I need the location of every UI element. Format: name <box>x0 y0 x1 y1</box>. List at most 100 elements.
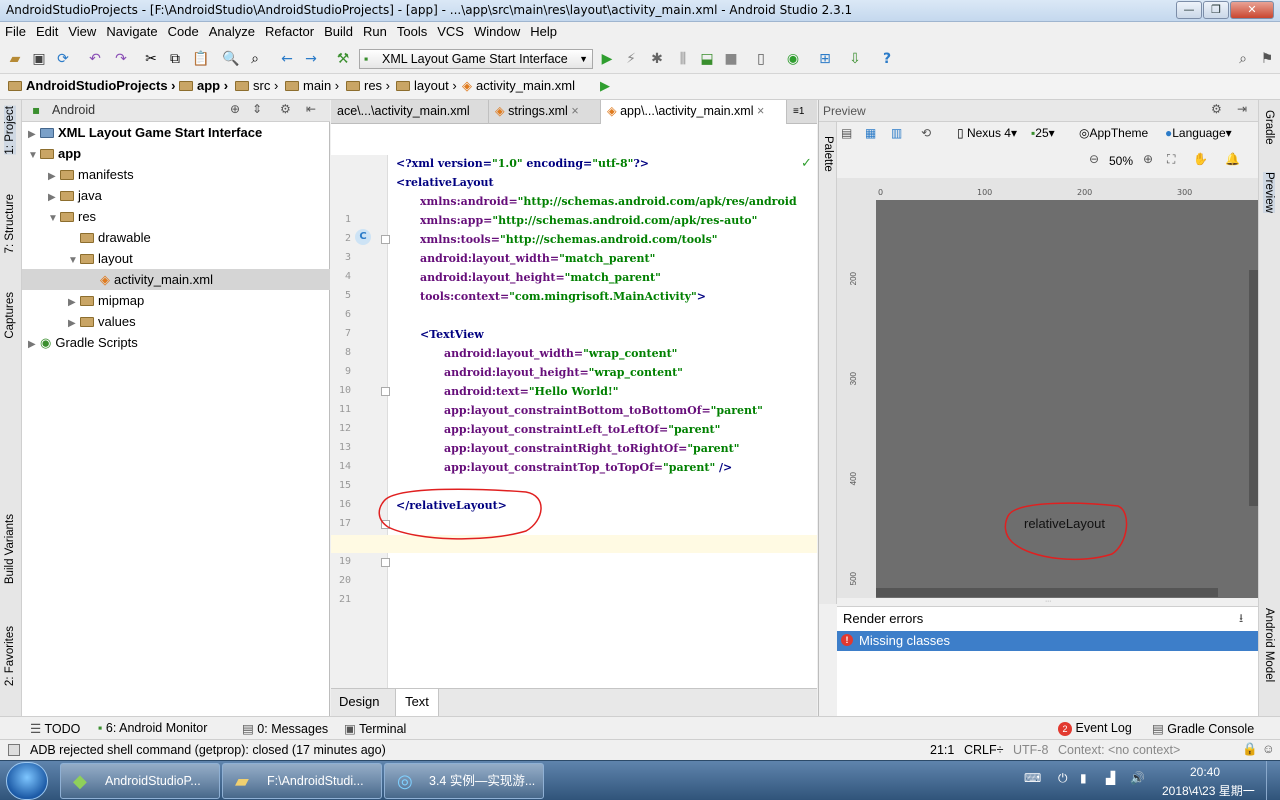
maximize-button[interactable]: ❐ <box>1203 1 1229 19</box>
tool-gradle-console[interactable]: ▤ Gradle Console <box>1152 721 1254 736</box>
code-line[interactable]: xmlns:android="http://schemas.android.co… <box>420 195 797 214</box>
tree-item[interactable]: ▶ values <box>22 311 330 332</box>
zoom-in-icon[interactable]: ⊕ <box>1143 152 1153 166</box>
tree-arrow-icon[interactable]: ▶ <box>48 166 60 187</box>
redo-icon[interactable]: ↷ <box>112 50 130 68</box>
sdk-manager-icon[interactable]: ⇩ <box>846 50 864 68</box>
menu-item[interactable]: Run <box>358 22 392 39</box>
debug-icon[interactable]: ✱ <box>648 50 666 68</box>
tree-arrow-icon[interactable]: ▼ <box>68 250 80 271</box>
forward-icon[interactable]: → <box>302 50 320 68</box>
code-line[interactable]: app:layout_constraintBottom_toBottomOf="… <box>444 404 763 423</box>
menu-item[interactable]: Navigate <box>101 22 162 39</box>
layout-icon[interactable]: ▤ <box>841 126 852 140</box>
undo-icon[interactable]: ↶ <box>86 50 104 68</box>
attach-debugger-icon[interactable]: ⬓ <box>698 50 716 68</box>
volume-icon[interactable]: 🔊 <box>1130 771 1145 785</box>
code-line[interactable]: android:layout_width="wrap_content" <box>444 347 677 366</box>
code-line[interactable]: android:text="Hello World!" <box>444 385 619 404</box>
orientation-icon[interactable]: ⟲ <box>921 126 931 140</box>
code-line[interactable]: app:layout_constraintLeft_toLeftOf="pare… <box>444 423 720 442</box>
gear-icon[interactable]: ⚙ <box>280 102 291 116</box>
code-line[interactable]: <TextView <box>420 328 484 347</box>
gear-icon[interactable]: ⚙ <box>1211 102 1222 116</box>
event-icon[interactable]: ⚑ <box>1258 50 1276 68</box>
clock-date[interactable]: 2018\4\23 星期一 <box>1162 782 1255 799</box>
caret-position[interactable]: 21:1 <box>930 743 954 757</box>
hide-panel-icon[interactable]: ⇤ <box>306 102 316 116</box>
tree-item[interactable]: ▶ mipmap <box>22 290 330 311</box>
tab-text[interactable]: Text <box>395 689 439 717</box>
keyboard-icon[interactable]: ⌨ <box>1024 771 1041 785</box>
stop-icon[interactable]: ■ <box>722 50 740 68</box>
tree-arrow-icon[interactable]: ▼ <box>28 145 40 166</box>
tool-messages[interactable]: ▤ 0: Messages <box>242 721 328 736</box>
code-line[interactable]: app:layout_constraintTop_toTopOf="parent… <box>444 461 732 480</box>
menu-item[interactable]: Edit <box>31 22 63 39</box>
breadcrumb-item[interactable]: src › <box>235 78 278 93</box>
code-line[interactable]: <?xml version="1.0" encoding="utf-8"?> <box>396 157 649 176</box>
power-icon[interactable]: ⏻ <box>1058 771 1068 786</box>
menu-item[interactable]: Code <box>163 22 204 39</box>
run-configuration-select[interactable]: ▪ XML Layout Game Start Interface ▼ <box>359 49 593 69</box>
code-line[interactable]: app:layout_constraintRight_toRightOf="pa… <box>444 442 739 461</box>
code-line[interactable]: tools:context="com.mingrisoft.MainActivi… <box>420 290 706 309</box>
tree-item[interactable]: ▼ res <box>22 206 330 227</box>
notification-bell-icon[interactable]: 🔔 <box>1225 152 1240 166</box>
design-canvas[interactable]: relativeLayout <box>876 200 1259 598</box>
fold-marker-icon[interactable] <box>381 235 390 244</box>
tool-terminal[interactable]: ▣ Terminal <box>344 721 406 736</box>
inspector-icon[interactable]: ☺ <box>1262 742 1275 756</box>
run-icon[interactable]: ▶ <box>598 50 616 68</box>
tree-item[interactable]: ▶ XML Layout Game Start Interface <box>22 122 330 143</box>
language-select[interactable]: ●Language▾ <box>1165 126 1232 140</box>
tree-item[interactable]: ▼ layout <box>22 248 330 269</box>
tool-android-monitor[interactable]: ▪ 6: Android Monitor <box>98 721 207 735</box>
breadcrumb-item[interactable]: AndroidStudioProjects › <box>8 78 176 93</box>
tab-captures[interactable]: Captures <box>4 292 16 339</box>
canvas-scrollbar-vertical[interactable] <box>1249 270 1258 506</box>
menu-item[interactable]: File <box>0 22 31 39</box>
save-icon[interactable]: ▣ <box>30 50 48 68</box>
taskbar-item-android-studio[interactable]: ◆ AndroidStudioP... <box>60 763 220 799</box>
tree-item[interactable]: ▶ java <box>22 185 330 206</box>
tree-arrow-icon[interactable]: ▶ <box>28 124 40 145</box>
menu-item[interactable]: Tools <box>392 22 432 39</box>
tab-structure[interactable]: 7: Structure <box>4 194 16 253</box>
tab-preview[interactable]: Preview <box>1263 172 1275 213</box>
tab-build-variants[interactable]: Build Variants <box>4 514 16 584</box>
zoom-out-icon[interactable]: ⊖ <box>1089 152 1099 166</box>
hide-panel-icon[interactable]: ⇥ <box>1237 102 1247 116</box>
editor-tab-active[interactable]: ◈ app\...\activity_main.xml × <box>601 100 787 124</box>
editor-tab[interactable]: ace\...\activity_main.xml <box>331 100 489 124</box>
tab-design[interactable]: Design <box>339 694 379 709</box>
apply-changes-icon[interactable]: ⚡ <box>622 50 640 68</box>
tree-arrow-icon[interactable]: ▶ <box>68 313 80 334</box>
profile-icon[interactable]: ⫼ <box>674 50 692 68</box>
help-icon[interactable]: ? <box>878 50 896 68</box>
clock-time[interactable]: 20:40 <box>1190 765 1220 779</box>
blueprint-icon[interactable]: ▦ <box>865 126 876 140</box>
make-project-icon[interactable]: ⚒ <box>334 50 352 68</box>
scroll-from-source-icon[interactable]: ⊕ <box>230 102 240 116</box>
taskbar-item-explorer[interactable]: ▰ F:\AndroidStudi... <box>222 763 382 799</box>
pan-icon[interactable]: ✋ <box>1193 152 1208 166</box>
editor-tab[interactable]: ◈ strings.xml × <box>489 100 601 124</box>
breadcrumb-item[interactable]: main › <box>285 78 339 93</box>
canvas-scrollbar-horizontal[interactable] <box>876 588 1218 597</box>
download-icon[interactable]: ⭳ <box>1239 609 1243 630</box>
network-icon[interactable]: ▟ <box>1106 771 1115 785</box>
breadcrumb-item[interactable]: layout › <box>396 78 457 93</box>
tab-overflow[interactable]: ≡1 <box>787 100 817 124</box>
theme-select[interactable]: ◎AppTheme <box>1079 126 1148 140</box>
project-view-select[interactable]: Android <box>52 103 95 117</box>
search-everywhere-icon[interactable]: ⌕ <box>1234 50 1252 68</box>
taskbar-item-browser[interactable]: ◎ 3.4 实例—实现游... <box>384 763 544 799</box>
run-icon[interactable]: ▶ <box>600 78 610 94</box>
cut-icon[interactable]: ✂ <box>142 50 160 68</box>
code-line[interactable]: xmlns:tools="http://schemas.android.com/… <box>420 233 718 252</box>
tool-windows-toggle-icon[interactable] <box>8 744 20 756</box>
line-separator[interactable]: CRLF÷ <box>964 743 1004 757</box>
avd-manager-icon[interactable]: ▯ <box>752 50 770 68</box>
code-line[interactable]: <relativeLayout <box>396 176 494 195</box>
